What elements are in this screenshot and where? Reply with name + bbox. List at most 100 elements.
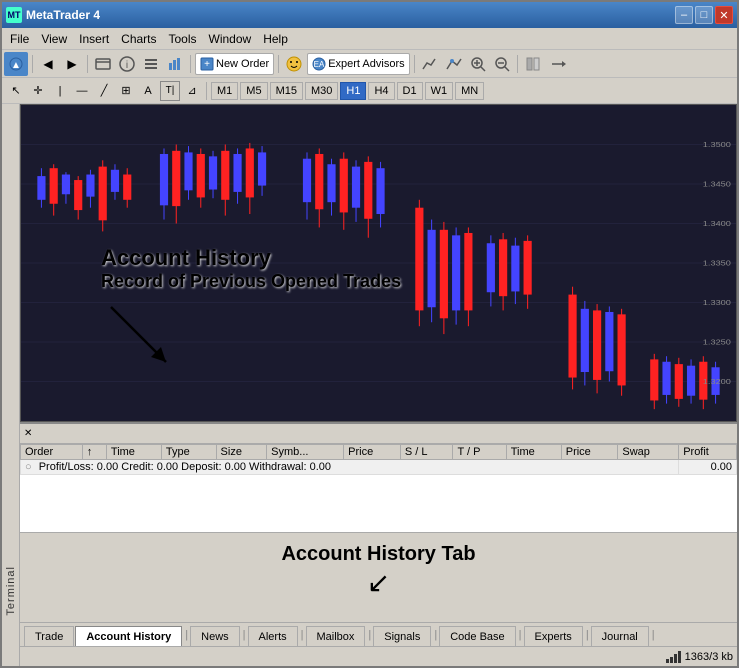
- window-controls: – □ ✕: [675, 6, 733, 24]
- menu-window[interactable]: Window: [203, 30, 258, 48]
- chart-area[interactable]: 1.3500 1.3450 1.3400 1.3350 1.3300 1.325…: [20, 104, 737, 422]
- svg-text:+: +: [204, 59, 210, 70]
- pitchfork-tool[interactable]: ⊞: [116, 81, 136, 101]
- chart-arrow: [101, 297, 181, 377]
- toolbar-settings-icon[interactable]: [140, 53, 162, 75]
- tab-signals[interactable]: Signals: [373, 626, 431, 646]
- tab-codebase[interactable]: Code Base: [439, 626, 515, 646]
- tab-trade[interactable]: Trade: [24, 626, 74, 646]
- tf-m30[interactable]: M30: [305, 82, 338, 100]
- toolbar-autoscroll-icon[interactable]: [546, 53, 568, 75]
- col-order: Order: [21, 445, 83, 460]
- profit-loss-summary: ○ Profit/Loss: 0.00 Credit: 0.00 Deposit…: [21, 460, 679, 475]
- svg-text:1.3250: 1.3250: [703, 338, 732, 346]
- arrow-tool[interactable]: ⊿: [182, 81, 202, 101]
- menu-view[interactable]: View: [35, 30, 73, 48]
- left-sidebar: Terminal: [2, 104, 20, 666]
- tf-w1[interactable]: W1: [425, 82, 454, 100]
- svg-text:i: i: [126, 60, 128, 71]
- tab-sep-8: |: [652, 629, 655, 641]
- svg-text:1.3500: 1.3500: [703, 141, 732, 149]
- svg-text:▲: ▲: [11, 60, 21, 71]
- menu-file[interactable]: File: [4, 30, 35, 48]
- toolbar-smiley-icon[interactable]: [283, 53, 305, 75]
- toolbar-news-icon[interactable]: i: [116, 53, 138, 75]
- col-swap: Swap: [618, 445, 679, 460]
- menu-insert[interactable]: Insert: [73, 30, 115, 48]
- maximize-button[interactable]: □: [695, 6, 713, 24]
- vline-tool[interactable]: |: [50, 81, 70, 101]
- minimize-button[interactable]: –: [675, 6, 693, 24]
- status-text: 1363/3 kb: [685, 651, 733, 663]
- tf-m5[interactable]: M5: [240, 82, 267, 100]
- tf-mn[interactable]: MN: [455, 82, 484, 100]
- signal-strength-icon: [666, 651, 681, 663]
- menu-tools[interactable]: Tools: [163, 30, 203, 48]
- tab-sep-2: |: [243, 629, 246, 641]
- col-tp: T / P: [453, 445, 506, 460]
- signal-bar-2: [670, 657, 673, 663]
- terminal-close-button[interactable]: ✕: [24, 428, 32, 439]
- signal-bar-3: [674, 654, 677, 663]
- tab-mailbox[interactable]: Mailbox: [306, 626, 366, 646]
- textlabel-tool[interactable]: T|: [160, 81, 180, 101]
- annotation-line2: Record of Previous Opened Trades: [101, 271, 401, 292]
- tf-m15[interactable]: M15: [270, 82, 303, 100]
- title-bar: MT MetaTrader 4 – □ ✕: [2, 2, 737, 28]
- trendline-tool[interactable]: ╱: [94, 81, 114, 101]
- col-sort[interactable]: ↑: [82, 445, 106, 460]
- annotation-area: Account History Tab ↙: [20, 532, 737, 622]
- toolbar-zoom-in-icon[interactable]: [467, 53, 489, 75]
- menu-charts[interactable]: Charts: [115, 30, 162, 48]
- tf-h4[interactable]: H4: [368, 82, 394, 100]
- new-order-button[interactable]: + New Order: [195, 53, 274, 75]
- profit-loss-row: ○ Profit/Loss: 0.00 Credit: 0.00 Deposit…: [21, 460, 737, 475]
- toolbar-indicators-icon[interactable]: [419, 53, 441, 75]
- toolbar-separator6: [517, 55, 518, 73]
- app-icon: MT: [6, 7, 22, 23]
- svg-text:1.3400: 1.3400: [703, 220, 732, 228]
- svg-text:EA: EA: [314, 60, 325, 69]
- toolbar-back-icon[interactable]: ◀: [37, 53, 59, 75]
- text-tool[interactable]: A: [138, 81, 158, 101]
- svg-text:1.3200: 1.3200: [703, 378, 732, 386]
- toolbar-arrow-icon[interactable]: ▲: [4, 52, 28, 76]
- menu-help[interactable]: Help: [257, 30, 294, 48]
- toolbar-zoom-out-icon[interactable]: [491, 53, 513, 75]
- terminal-header: ✕: [20, 424, 737, 444]
- tf-m1[interactable]: M1: [211, 82, 238, 100]
- tab-alerts[interactable]: Alerts: [248, 626, 298, 646]
- signal-bar-4: [678, 651, 681, 663]
- tf-d1[interactable]: D1: [397, 82, 423, 100]
- toolbar-separator4: [278, 55, 279, 73]
- col-sl: S / L: [400, 445, 453, 460]
- toolbar-accounts-icon[interactable]: [92, 53, 114, 75]
- expert-advisors-button[interactable]: EA Expert Advisors: [307, 53, 409, 75]
- title-bar-left: MT MetaTrader 4: [6, 7, 100, 23]
- profit-loss-text: Profit/Loss: 0.00 Credit: 0.00 Deposit: …: [39, 461, 331, 473]
- tab-account-history[interactable]: Account History: [75, 626, 182, 646]
- toolbar-separator: [32, 55, 33, 73]
- tf-separator: [206, 82, 207, 100]
- content-area: 1.3500 1.3450 1.3400 1.3350 1.3300 1.325…: [20, 104, 737, 666]
- tab-journal[interactable]: Journal: [591, 626, 649, 646]
- toolbar-template-icon[interactable]: [443, 53, 465, 75]
- toolbar-forward-icon[interactable]: ▶: [61, 53, 83, 75]
- toolbar-period-sep-icon[interactable]: [522, 53, 544, 75]
- hline-tool[interactable]: —: [72, 81, 92, 101]
- tab-experts[interactable]: Experts: [524, 626, 583, 646]
- svg-text:1.3300: 1.3300: [703, 299, 732, 307]
- crosshair-tool[interactable]: ✛: [28, 81, 48, 101]
- cursor-tool[interactable]: ↖: [6, 81, 26, 101]
- tab-sep-6: |: [519, 629, 522, 641]
- close-button[interactable]: ✕: [715, 6, 733, 24]
- terminal-panel: ✕ Order ↑ Time Type Size Symb...: [20, 422, 737, 532]
- chart-annotation: Account History Record of Previous Opene…: [101, 245, 401, 377]
- toolbar2: ↖ ✛ | — ╱ ⊞ A T| ⊿ M1 M5 M15 M30 H1 H4 D…: [2, 78, 737, 104]
- toolbar-chart-icon[interactable]: [164, 53, 186, 75]
- tf-h1[interactable]: H1: [340, 82, 366, 100]
- tab-news[interactable]: News: [190, 626, 240, 646]
- tab-bar: Trade Account History | News | Alerts | …: [20, 622, 737, 646]
- profit-value: 0.00: [679, 460, 737, 475]
- col-profit: Profit: [679, 445, 737, 460]
